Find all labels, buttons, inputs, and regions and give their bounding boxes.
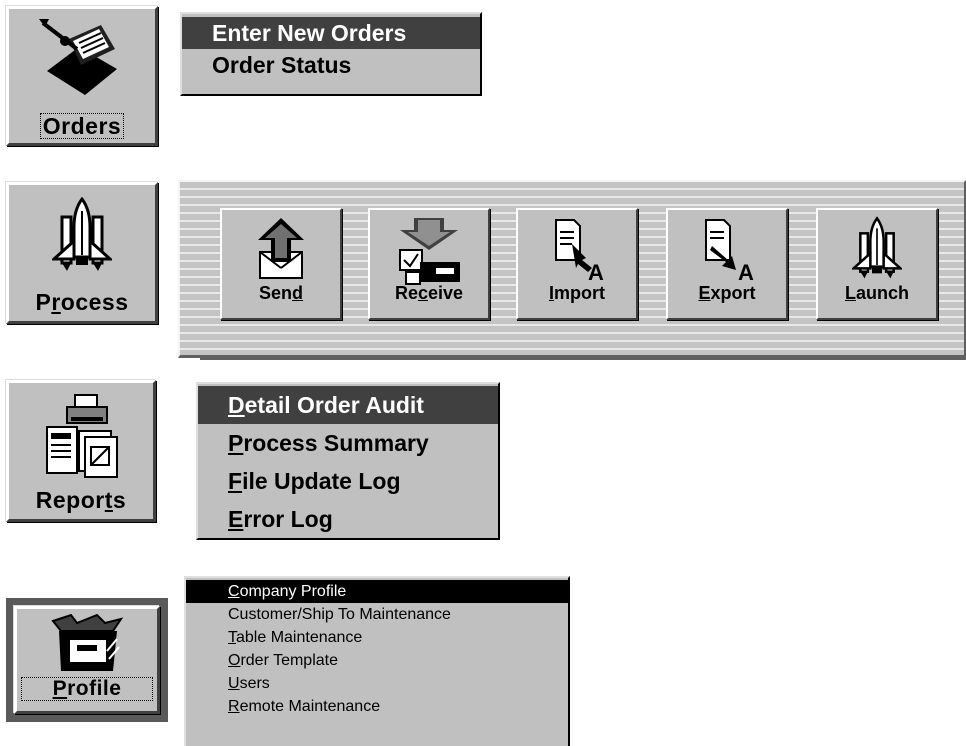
launch-button-label: Launch — [844, 283, 909, 303]
menu-item-file-update-log[interactable]: File Update Log — [198, 462, 498, 500]
profile-button-label: Profile — [21, 677, 153, 701]
reports-button-label: Reports — [35, 487, 127, 513]
launch-icon — [850, 216, 904, 289]
menu-item-customer-ship-to-maintenance[interactable]: Customer/Ship To Maintenance — [186, 603, 568, 626]
orders-button-label: Orders — [39, 113, 125, 139]
menu-item-process-summary[interactable]: Process Summary — [198, 424, 498, 462]
svg-text:A: A — [738, 260, 754, 284]
menu-item-error-log[interactable]: Error Log — [198, 500, 498, 538]
import-icon: A — [542, 216, 612, 289]
send-button[interactable]: Send — [220, 208, 342, 320]
menu-item-users[interactable]: Users — [186, 672, 568, 695]
import-button-label: Import — [548, 283, 605, 303]
profile-button[interactable]: Profile — [14, 606, 160, 714]
process-button[interactable]: Process — [6, 182, 158, 324]
menu-item-order-status[interactable]: Order Status — [182, 49, 480, 81]
export-icon: A — [692, 216, 762, 289]
export-button-label: Export — [698, 283, 756, 303]
launch-button[interactable]: Launch — [816, 208, 938, 320]
orders-button[interactable]: Orders — [6, 6, 158, 146]
send-icon — [246, 216, 316, 289]
orders-menu: Enter New Orders Order Status — [180, 12, 482, 96]
receive-button[interactable]: Receive — [368, 208, 490, 320]
receive-icon — [392, 216, 466, 291]
profile-menu: Company Profile Customer/Ship To Mainten… — [184, 576, 570, 746]
menu-item-order-template[interactable]: Order Template — [186, 649, 568, 672]
menu-item-company-profile[interactable]: Company Profile — [186, 580, 568, 603]
reports-button[interactable]: Reports — [6, 380, 156, 522]
export-button[interactable]: A Export — [666, 208, 788, 320]
import-button[interactable]: A Import — [516, 208, 638, 320]
svg-text:A: A — [588, 260, 604, 284]
reports-menu: Detail Order Audit Process Summary File … — [196, 382, 500, 540]
profile-icon — [47, 613, 127, 680]
receive-button-label: Receive — [394, 283, 464, 303]
process-button-label: Process — [35, 289, 129, 315]
orders-icon — [39, 19, 125, 106]
menu-item-remote-maintenance[interactable]: Remote Maintenance — [186, 695, 568, 718]
space-shuttle-icon — [50, 196, 114, 282]
reports-icon — [41, 391, 121, 484]
send-button-label: Send — [258, 283, 303, 303]
menu-item-table-maintenance[interactable]: Table Maintenance — [186, 626, 568, 649]
menu-item-enter-new-orders[interactable]: Enter New Orders — [182, 17, 480, 49]
menu-item-detail-order-audit[interactable]: Detail Order Audit — [198, 386, 498, 424]
process-toolbar: Send Receive A Import A Export Launch — [178, 180, 966, 360]
